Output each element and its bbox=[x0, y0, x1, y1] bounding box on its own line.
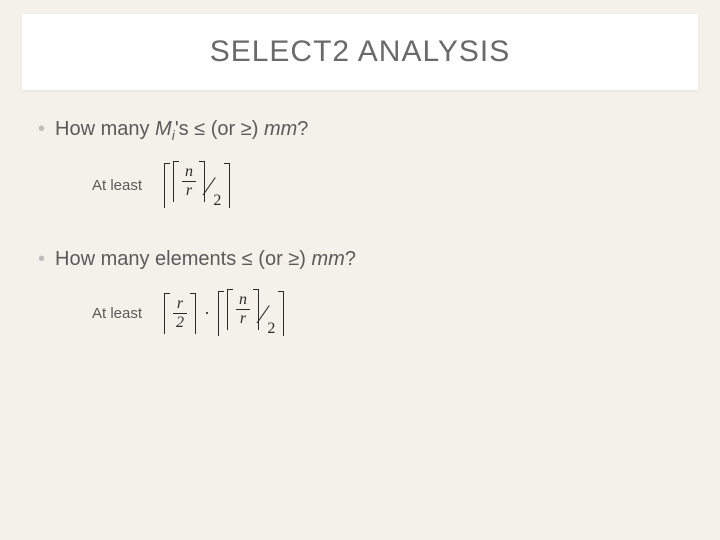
bullet-2-text: How many elements ≤ (or ≥) mm? bbox=[55, 248, 356, 271]
denom-two-1: 2 bbox=[213, 192, 221, 210]
b2-mm: mm bbox=[312, 248, 345, 270]
b2-prefix: How many elements bbox=[55, 248, 242, 270]
answer-2: At least r 2 · bbox=[92, 291, 682, 336]
b2-or: (or bbox=[253, 248, 289, 270]
slash-icon: ⁄ bbox=[207, 172, 211, 202]
b1-prefix: How many bbox=[55, 118, 155, 140]
frac-r2-den: 2 bbox=[173, 314, 187, 332]
b1-ge: ≥ bbox=[241, 118, 252, 140]
b1-M: M bbox=[155, 118, 172, 140]
frac-r2-num: r bbox=[174, 295, 186, 313]
b2-ge: ≥ bbox=[288, 248, 299, 270]
b2-rest: ) bbox=[299, 248, 311, 270]
expr-2: r 2 · bbox=[164, 291, 284, 336]
bullet-1: • How many Mi's ≤ (or ≥) mm? bbox=[38, 118, 682, 143]
denom-two-2: 2 bbox=[267, 320, 275, 338]
b2-le: ≤ bbox=[242, 248, 253, 270]
ceil-outer-2: n r ⁄ 2 bbox=[218, 291, 284, 336]
at-least-1: At least bbox=[92, 177, 142, 194]
slash-icon: ⁄ bbox=[261, 300, 265, 330]
ceil-inner-nr-2: n r bbox=[227, 289, 259, 330]
frac-n: n bbox=[182, 163, 196, 181]
bigfrac-2-num: n r bbox=[227, 289, 259, 330]
slide: SELECT2 ANALYSIS • How many Mi's ≤ (or ≥… bbox=[0, 0, 720, 540]
rceil-icon bbox=[253, 289, 259, 330]
lceil-icon bbox=[173, 161, 179, 202]
lceil-icon bbox=[164, 293, 170, 334]
bullet-dot-icon: • bbox=[38, 119, 45, 139]
answer-1: At least n bbox=[92, 163, 682, 208]
b1-or: (or bbox=[205, 118, 241, 140]
bigfrac-2: n r ⁄ 2 bbox=[227, 293, 275, 334]
frac-nr-1: n r bbox=[182, 163, 196, 200]
rceil-icon bbox=[190, 293, 196, 334]
rceil-icon bbox=[199, 161, 205, 202]
ceil-inner-1: n r ⁄ 2 bbox=[170, 163, 224, 208]
lceil-icon bbox=[164, 163, 170, 208]
bigfrac-1-num: n r bbox=[173, 161, 205, 202]
b1-mm: mm bbox=[264, 118, 297, 140]
at-least-2: At least bbox=[92, 305, 142, 322]
b1-q: ? bbox=[297, 118, 308, 140]
slide-title: SELECT2 ANALYSIS bbox=[210, 35, 511, 69]
ceil-outer-1: n r ⁄ 2 bbox=[164, 163, 230, 208]
b2-q: ? bbox=[345, 248, 356, 270]
rceil-icon bbox=[224, 163, 230, 208]
b1-rest: ) bbox=[252, 118, 264, 140]
bullet-dot-icon: • bbox=[38, 249, 45, 269]
rceil-icon bbox=[278, 291, 284, 336]
bullet-1-text: How many Mi's ≤ (or ≥) mm? bbox=[55, 118, 308, 143]
title-band: SELECT2 ANALYSIS bbox=[22, 14, 698, 90]
frac-r: r bbox=[183, 182, 195, 200]
cdot-icon: · bbox=[204, 303, 210, 324]
content-area: • How many Mi's ≤ (or ≥) mm? At least bbox=[38, 118, 682, 376]
frac-nr-2: n r bbox=[236, 291, 250, 328]
ceil-r2: r 2 bbox=[164, 293, 196, 334]
expr-1: n r ⁄ 2 bbox=[164, 163, 230, 208]
bigfrac-1: n r ⁄ 2 bbox=[173, 165, 221, 206]
frac-n-2: n bbox=[236, 291, 250, 309]
lceil-icon bbox=[227, 289, 233, 330]
bullet-2: • How many elements ≤ (or ≥) mm? bbox=[38, 248, 682, 271]
b1-apos: 's bbox=[175, 118, 194, 140]
ceil-inner-nr-1: n r bbox=[173, 161, 205, 202]
lceil-icon bbox=[218, 291, 224, 336]
frac-r-2: r bbox=[237, 310, 249, 328]
b1-le: ≤ bbox=[194, 118, 205, 140]
frac-r2: r 2 bbox=[173, 295, 187, 332]
